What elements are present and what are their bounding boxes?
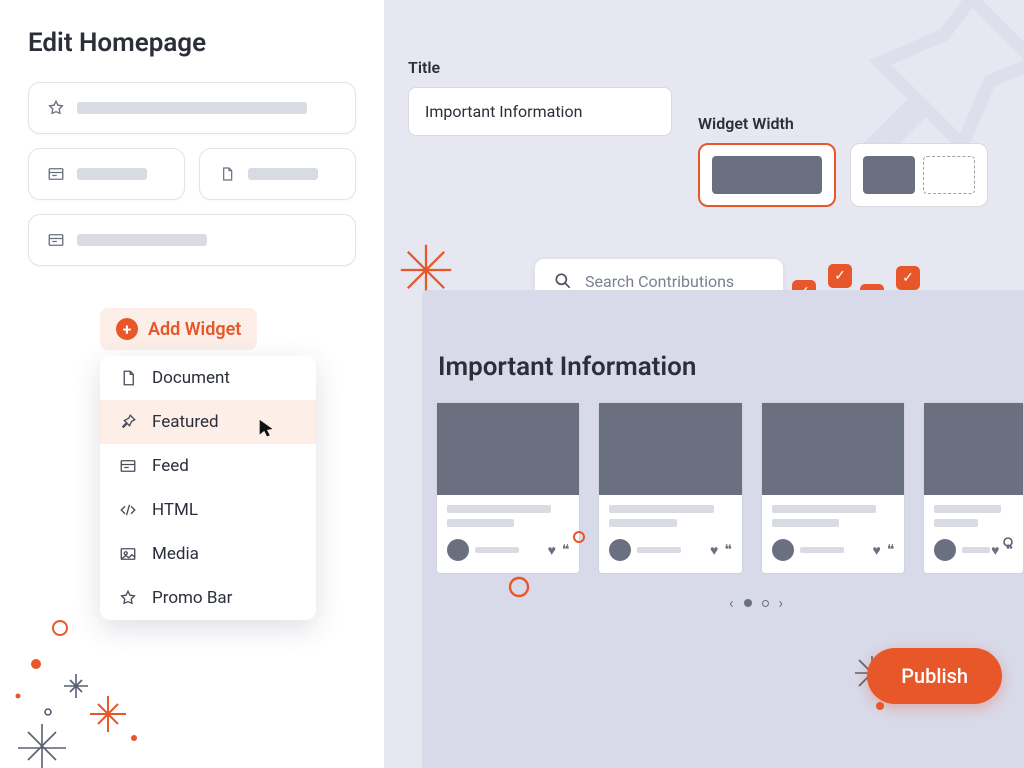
placeholder-bar — [77, 102, 307, 114]
checkbox-checked-icon[interactable]: ✓ — [896, 266, 920, 290]
width-label: Widget Width — [698, 114, 988, 133]
add-widget-section: + Add Widget Document Featured — [100, 308, 316, 620]
width-swatch-half — [863, 156, 915, 194]
avatar-icon — [609, 539, 631, 561]
placeholder-line — [609, 505, 713, 513]
comment-icon[interactable]: ❝ — [562, 542, 570, 559]
title-label: Title — [408, 58, 672, 77]
widget-list — [28, 82, 356, 266]
document-icon — [218, 165, 236, 183]
preview-card-row: ♥❝ ♥❝ ♥❝ — [436, 402, 1024, 574]
width-swatch-empty — [923, 156, 975, 194]
widget-card-feed-2[interactable] — [28, 214, 356, 266]
comment-icon[interactable]: ❝ — [1005, 542, 1013, 559]
feed-icon — [47, 165, 65, 183]
placeholder-bar — [77, 168, 147, 180]
preview-card[interactable]: ♥❝ — [436, 402, 580, 574]
feed-icon — [47, 231, 65, 249]
dropdown-item-media[interactable]: Media — [100, 532, 316, 576]
add-widget-label: Add Widget — [148, 319, 241, 340]
cursor-icon — [256, 418, 278, 440]
dropdown-label: Featured — [152, 412, 219, 432]
editor-canvas: Title Important Information Widget Width — [384, 0, 1024, 768]
widget-card-star[interactable] — [28, 82, 356, 134]
comment-icon[interactable]: ❝ — [887, 542, 895, 559]
feed-icon — [118, 456, 138, 476]
card-image-placeholder — [437, 403, 579, 495]
card-image-placeholder — [762, 403, 904, 495]
dropdown-item-feed[interactable]: Feed — [100, 444, 316, 488]
star-icon — [47, 99, 65, 117]
dropdown-label: Promo Bar — [152, 588, 232, 608]
avatar-icon — [934, 539, 956, 561]
search-placeholder: Search Contributions — [585, 272, 734, 291]
publish-button[interactable]: Publish — [867, 648, 1002, 704]
comment-icon[interactable]: ❝ — [724, 542, 732, 559]
placeholder-bar — [248, 168, 318, 180]
widget-card-feed[interactable] — [28, 148, 185, 200]
widget-card-document[interactable] — [199, 148, 356, 200]
dropdown-label: Media — [152, 544, 199, 564]
title-field-group: Title Important Information — [408, 58, 672, 136]
placeholder-line — [962, 547, 990, 553]
width-option-full[interactable] — [698, 143, 836, 207]
code-icon — [118, 500, 138, 520]
avatar-icon — [772, 539, 794, 561]
publish-label: Publish — [901, 664, 968, 688]
widget-type-dropdown: Document Featured Feed — [100, 356, 316, 620]
placeholder-line — [475, 547, 519, 553]
page-title: Edit Homepage — [28, 28, 356, 58]
dropdown-label: Document — [152, 368, 230, 388]
preview-heading: Important Information — [438, 352, 1024, 382]
preview-card[interactable]: ♥❝ — [761, 402, 905, 574]
add-widget-button[interactable]: + Add Widget — [100, 308, 257, 350]
title-input[interactable]: Important Information — [408, 87, 672, 136]
width-swatch-full — [712, 156, 822, 194]
plus-icon: + — [116, 318, 138, 340]
chevron-right-icon[interactable]: › — [779, 594, 784, 612]
placeholder-line — [934, 519, 977, 527]
star-icon — [118, 588, 138, 608]
dropdown-item-html[interactable]: HTML — [100, 488, 316, 532]
card-image-placeholder — [599, 403, 741, 495]
checkbox-checked-icon[interactable]: ✓ — [828, 264, 852, 288]
avatar-icon — [447, 539, 469, 561]
card-image-placeholder — [924, 403, 1023, 495]
heart-icon[interactable]: ♥ — [710, 542, 718, 559]
placeholder-bar — [77, 234, 207, 246]
placeholder-line — [609, 519, 676, 527]
dropdown-item-featured[interactable]: Featured — [100, 400, 316, 444]
document-icon — [118, 368, 138, 388]
preview-card[interactable]: ♥❝ — [923, 402, 1024, 574]
dropdown-item-document[interactable]: Document — [100, 356, 316, 400]
placeholder-line — [934, 505, 1001, 513]
title-input-value: Important Information — [425, 102, 582, 121]
placeholder-line — [772, 519, 839, 527]
placeholder-line — [447, 519, 514, 527]
dropdown-item-promo-bar[interactable]: Promo Bar — [100, 576, 316, 620]
heart-icon[interactable]: ♥ — [548, 542, 556, 559]
dropdown-label: HTML — [152, 500, 198, 520]
chevron-left-icon[interactable]: ‹ — [729, 594, 734, 612]
decorative-sparkles — [0, 608, 200, 768]
placeholder-line — [800, 547, 844, 553]
pager-dot[interactable] — [762, 600, 769, 607]
sidebar-editor: Edit Homepage — [0, 0, 384, 768]
width-option-half[interactable] — [850, 143, 988, 207]
placeholder-line — [447, 505, 551, 513]
media-icon — [118, 544, 138, 564]
placeholder-line — [772, 505, 876, 513]
placeholder-line — [637, 547, 681, 553]
carousel-pager: ‹ › — [436, 594, 1024, 612]
pager-dot-active[interactable] — [744, 599, 752, 607]
preview-card[interactable]: ♥❝ — [598, 402, 742, 574]
dropdown-label: Feed — [152, 456, 189, 476]
width-field-group: Widget Width — [698, 114, 988, 207]
pin-icon — [118, 412, 138, 432]
heart-icon[interactable]: ♥ — [873, 542, 881, 559]
search-icon — [553, 271, 573, 291]
heart-icon[interactable]: ♥ — [991, 542, 999, 559]
